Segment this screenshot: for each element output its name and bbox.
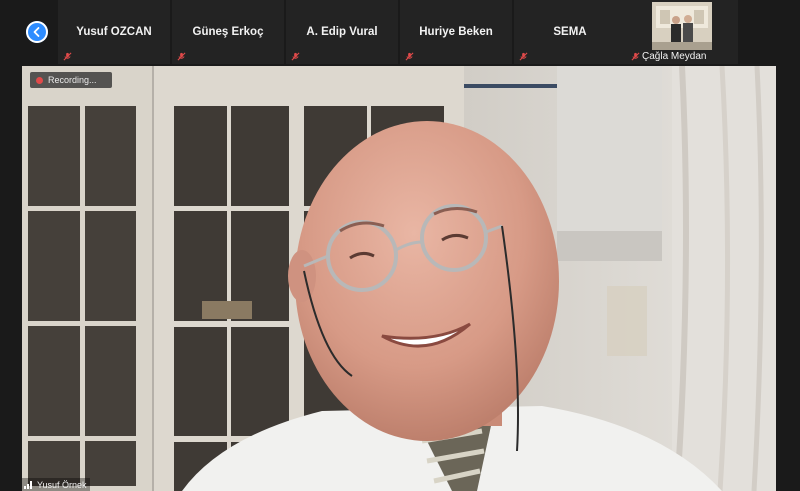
participant-strip: Yusuf OZCAN Güneş Erkoç A. Edip Vural Hu… [0,0,800,66]
participant-name: Yusuf OZCAN [76,26,152,38]
participant-name: Çağla Meydan [642,51,707,62]
participant-tile[interactable]: A. Edip Vural [286,0,398,64]
speaker-video-frame [22,66,776,491]
active-speaker-name: Yusuf Örnek [37,479,87,490]
mic-muted-icon [519,52,528,61]
thumbnail-scene [652,2,712,50]
participant-tile[interactable]: Güneş Erkoç [172,0,284,64]
participant-name: SEMA [553,26,587,38]
chevron-left-icon [33,27,40,37]
back-button[interactable] [26,21,48,43]
signal-bars-icon [24,481,32,489]
recording-label: Recording... [48,75,97,85]
speaker-name-label: Yusuf Örnek [22,478,90,491]
mic-muted-icon [631,52,640,61]
participant-tile[interactable]: SEMA [514,0,626,64]
mic-muted-icon [291,52,300,61]
recording-indicator[interactable]: Recording... [30,72,112,88]
participant-name: A. Edip Vural [306,26,378,38]
participant-tile-video[interactable]: Çağla Meydan [626,0,738,64]
participant-tile[interactable]: Yusuf OZCAN [58,0,170,64]
active-speaker-video [22,66,776,491]
participant-tile[interactable]: Huriye Beken [400,0,512,64]
mic-muted-icon [63,52,72,61]
mic-muted-icon [405,52,414,61]
record-dot-icon [36,76,43,84]
participant-video-thumbnail [652,2,712,50]
mic-muted-icon [177,52,186,61]
participant-name: Güneş Erkoç [192,26,264,38]
participant-name: Huriye Beken [419,26,493,38]
